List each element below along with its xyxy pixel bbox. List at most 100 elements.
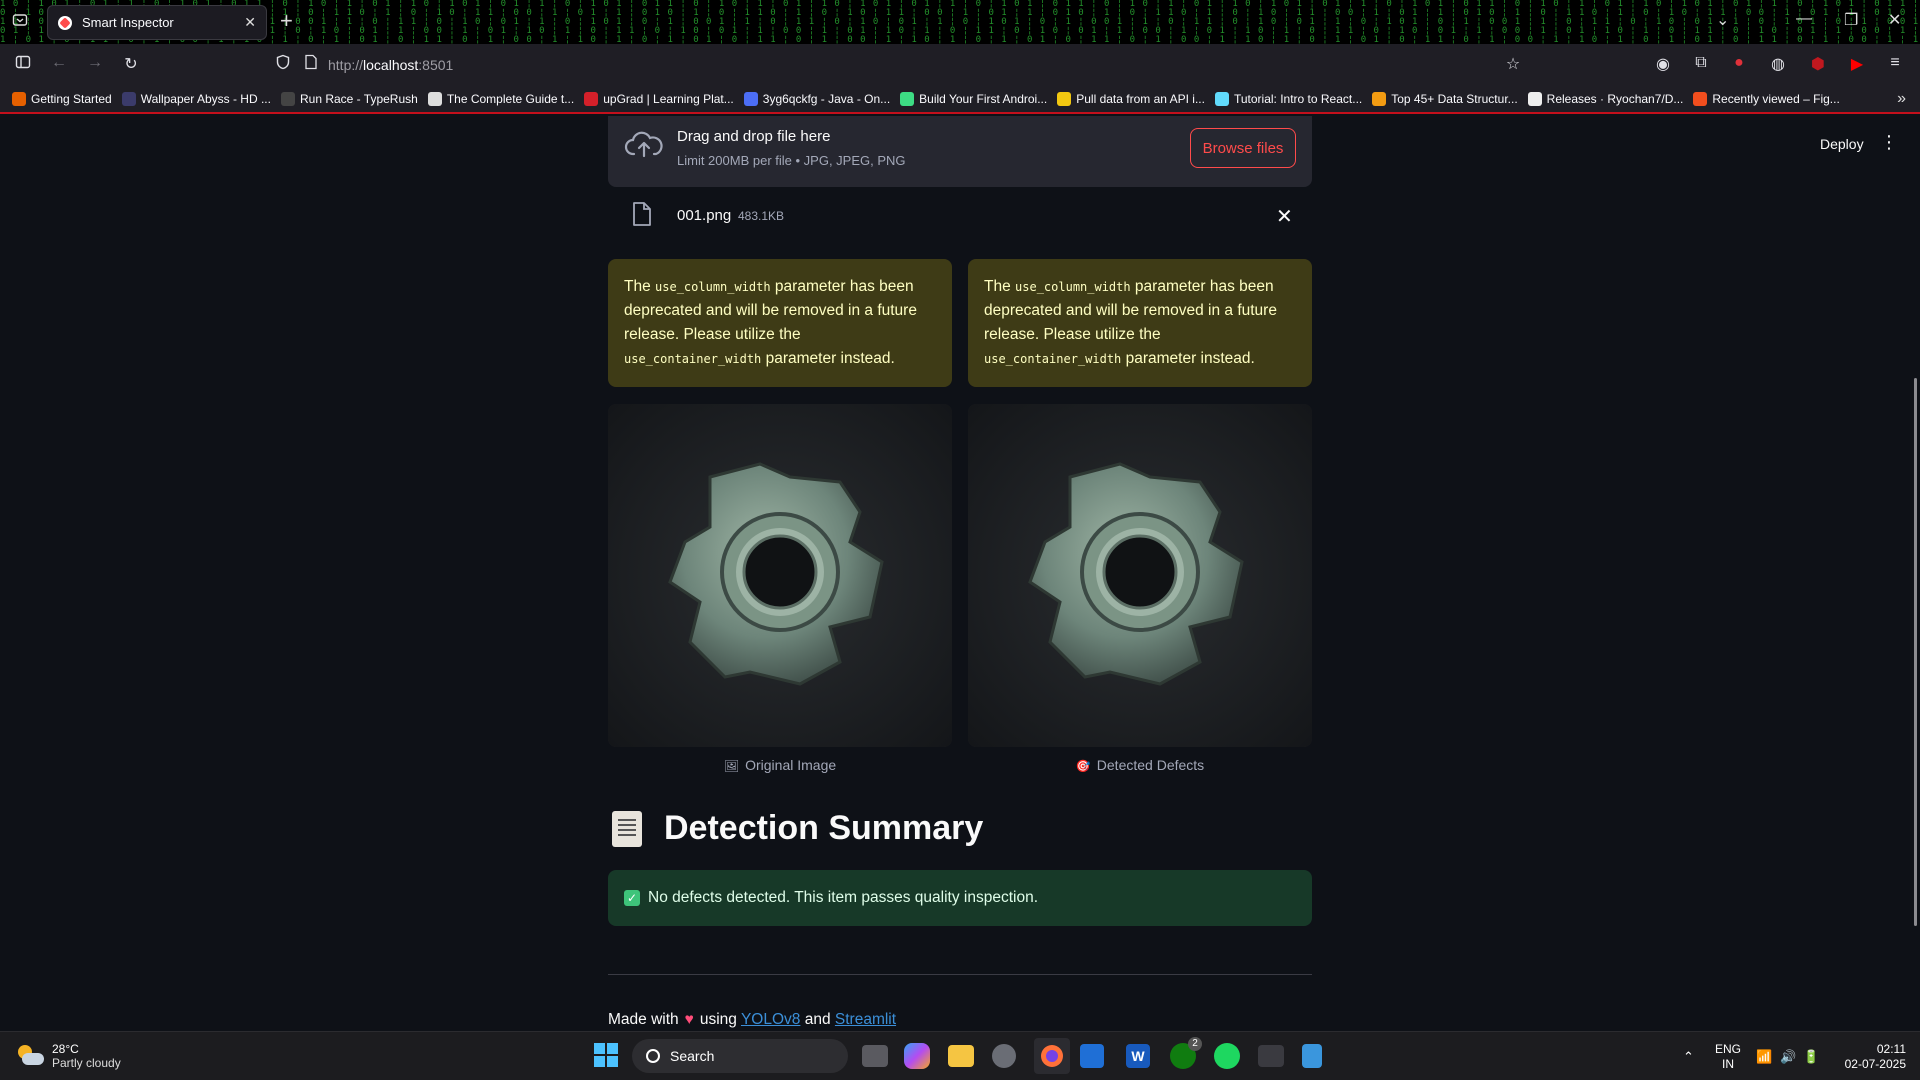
extensions-icon[interactable]: ⧉	[1690, 54, 1712, 72]
browser-tab-bar: 1 0 ¦ 1 0 1 ¦ 0 1 ¦ 1 ¦ 0 ¦ 1 0 1 ¦ 0 1 …	[0, 0, 1920, 44]
spotify-icon[interactable]	[1214, 1043, 1240, 1069]
address-bar[interactable]: http://localhost:8501	[328, 57, 453, 73]
task-view-icon[interactable]	[862, 1045, 888, 1067]
weather-widget[interactable]: 28°C Partly cloudy	[16, 1042, 121, 1070]
settings-app-icon[interactable]	[992, 1044, 1016, 1068]
bookmark-item[interactable]: upGrad | Learning Plat...	[584, 92, 734, 106]
window-close-icon[interactable]: ✕	[1888, 10, 1901, 30]
language-indicator[interactable]: ENG IN	[1710, 1042, 1746, 1072]
reload-icon[interactable]: ↻	[120, 54, 142, 74]
bookmark-favicon-icon	[12, 92, 26, 106]
bookmark-label: Tutorial: Intro to React...	[1233, 92, 1363, 106]
notepad-icon[interactable]	[1302, 1044, 1322, 1068]
show-hidden-icons-chevron-icon[interactable]: ⌃	[1683, 1049, 1694, 1065]
deprecation-warning-left: The use_column_width parameter has been …	[608, 259, 952, 387]
list-all-tabs-chevron-icon[interactable]: ⌄	[1716, 10, 1729, 30]
bookmark-favicon-icon	[1214, 92, 1229, 106]
footer-text: and	[804, 1011, 831, 1028]
bookmark-item[interactable]: Getting Started	[12, 92, 112, 106]
start-button[interactable]	[592, 1041, 622, 1071]
streamlit-link[interactable]: Streamlit	[835, 1011, 896, 1028]
tab-list-button[interactable]	[8, 12, 32, 32]
back-arrow-icon[interactable]: ←	[48, 54, 70, 72]
yolov8-link[interactable]: YOLOv8	[741, 1011, 800, 1028]
firefox-taskbar-button[interactable]	[1034, 1038, 1070, 1074]
bookmark-item[interactable]: Wallpaper Abyss - HD ...	[121, 92, 271, 106]
bookmark-item[interactable]: Top 45+ Data Structur...	[1372, 92, 1518, 106]
ublock-icon[interactable]: ⬢	[1807, 54, 1829, 74]
youtube-icon[interactable]: ▶	[1846, 54, 1868, 74]
app-menu-icon[interactable]: ≡	[1884, 54, 1906, 72]
bookmark-favicon-icon	[1527, 92, 1542, 106]
remove-file-icon[interactable]: ✕	[1276, 204, 1293, 229]
bookmark-label: Build Your First Androi...	[919, 92, 1048, 106]
heart-icon: ♥	[684, 1011, 694, 1028]
sidebar-toggle-icon[interactable]	[12, 54, 34, 75]
file-explorer-icon[interactable]	[948, 1045, 974, 1067]
tab-smart-inspector[interactable]: Smart Inspector ✕	[47, 5, 267, 40]
bookmark-label: Pull data from an API i...	[1076, 92, 1205, 106]
language-code: ENG	[1714, 1042, 1741, 1056]
original-image	[608, 404, 952, 747]
clock-time: 02:11	[1876, 1042, 1906, 1056]
bookmark-item[interactable]: Tutorial: Intro to React...	[1214, 92, 1363, 106]
wifi-icon[interactable]: 📶	[1756, 1049, 1772, 1065]
bookmark-label: Recently viewed – Fig...	[1712, 92, 1840, 106]
main-menu-kebab-icon[interactable]: ⋮	[1880, 132, 1898, 153]
bookmark-item[interactable]: Recently viewed – Fig...	[1693, 92, 1840, 106]
bookmark-favicon-icon	[584, 92, 599, 106]
bookmark-item[interactable]: Build Your First Androi...	[900, 92, 1047, 106]
taskbar-search[interactable]: Search	[632, 1039, 848, 1073]
bookmark-favicon-icon	[280, 92, 295, 106]
page-info-icon[interactable]	[300, 54, 322, 75]
shield-icon[interactable]	[272, 54, 294, 75]
bookmark-label: Getting Started	[31, 92, 112, 106]
caption-text: Original Image	[745, 757, 837, 773]
bookmark-item[interactable]: 3yg6qckfg - Java - On...	[743, 92, 890, 106]
globe-icon[interactable]: ◍	[1767, 54, 1789, 74]
deploy-button[interactable]: Deploy	[1820, 136, 1864, 152]
bookmark-label: Wallpaper Abyss - HD ...	[140, 92, 271, 106]
forward-arrow-icon[interactable]: →	[84, 54, 106, 72]
scroll-thumb[interactable]	[1914, 378, 1917, 926]
terminal-icon[interactable]	[1258, 1045, 1284, 1067]
browse-files-button[interactable]: Browse files	[1190, 128, 1296, 168]
bookmark-favicon-icon	[1693, 92, 1708, 106]
bookmark-item[interactable]: Run Race - TypeRush	[280, 92, 418, 106]
bookmark-star-icon[interactable]: ☆	[1502, 54, 1524, 74]
detected-defects-caption: 🎯 Detected Defects	[968, 757, 1312, 773]
tab-close-icon[interactable]: ✕	[244, 14, 256, 31]
battery-icon[interactable]: 🔋	[1803, 1049, 1819, 1065]
page-scrollbar[interactable]	[1908, 116, 1920, 1031]
warning-text: The	[624, 278, 656, 295]
caption-text: Detected Defects	[1096, 757, 1205, 773]
bookmark-item[interactable]: Pull data from an API i...	[1057, 92, 1205, 106]
divider	[608, 974, 1312, 975]
extension-red-icon[interactable]: ●	[1728, 54, 1750, 72]
xbox-icon[interactable]: 2	[1170, 1037, 1202, 1069]
streamlit-app: Deploy ⋮ Drag and drop file here Limit 2…	[0, 116, 1920, 1031]
detected-defects-image	[968, 404, 1312, 747]
bookmark-item[interactable]: The Complete Guide t...	[427, 92, 574, 106]
file-dropzone[interactable]: Drag and drop file here Limit 200MB per …	[608, 116, 1312, 187]
word-icon[interactable]: W	[1126, 1044, 1150, 1068]
more-bookmarks-chevron-icon[interactable]: »	[1897, 90, 1906, 108]
clock[interactable]: 02:11 02-07-2025	[1836, 1042, 1906, 1072]
metal-nut-detected-image	[968, 404, 1312, 747]
file-name: 001.png	[677, 207, 732, 224]
url-scheme: http://	[328, 57, 364, 73]
volume-icon[interactable]: 🔊	[1780, 1049, 1796, 1065]
copilot-icon[interactable]	[904, 1043, 930, 1069]
restore-icon[interactable]: ❐	[1844, 10, 1858, 30]
detection-summary-heading: Detection Summary	[612, 809, 983, 848]
check-mark-icon: ✓	[624, 890, 640, 906]
weather-temperature: 28°C	[52, 1042, 79, 1056]
file-icon	[633, 202, 651, 226]
bookmarks-toolbar: Getting Started Wallpaper Abyss - HD ... R…	[0, 86, 1920, 114]
minimize-icon[interactable]: —	[1796, 10, 1812, 28]
deprecation-warning-right: The use_column_width parameter has been …	[968, 259, 1312, 387]
new-tab-button[interactable]: +	[280, 10, 293, 32]
account-icon[interactable]: ◉	[1652, 54, 1674, 74]
microsoft-store-icon[interactable]	[1080, 1044, 1104, 1068]
bookmark-item[interactable]: Releases · Ryochan7/D...	[1527, 92, 1683, 106]
